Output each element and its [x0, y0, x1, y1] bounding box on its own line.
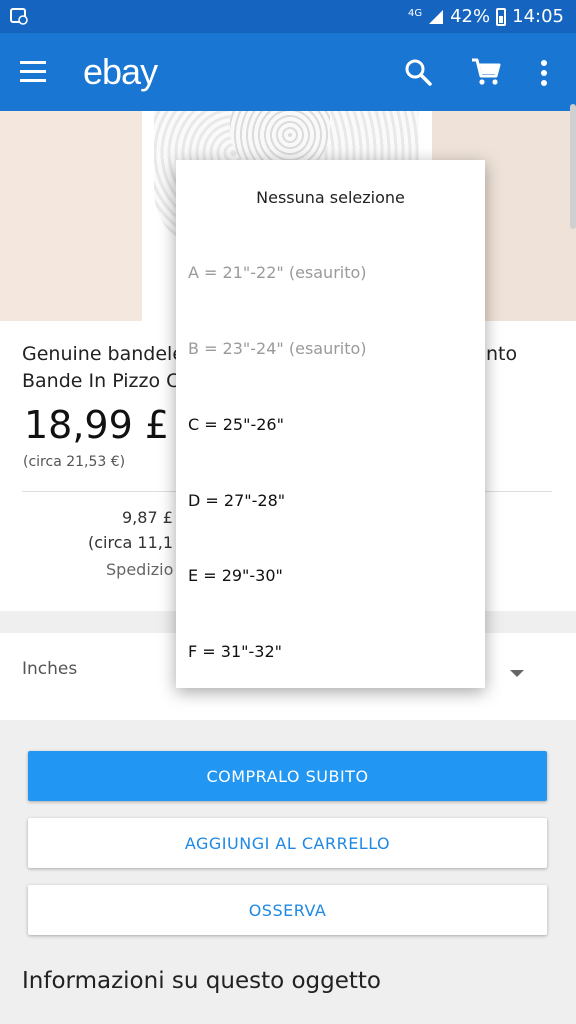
- search-icon[interactable]: [403, 57, 433, 87]
- battery-percent: 42%: [450, 6, 491, 27]
- product-title-line2: Bande In Pizzo C: [22, 370, 180, 392]
- product-title: Genuine bandele: [22, 343, 185, 365]
- dropdown-option-f[interactable]: F = 31"-32": [188, 642, 282, 661]
- shipping-conversion: (circa 11,1: [88, 533, 174, 552]
- product-title-tail: nto: [486, 343, 518, 365]
- dropdown-option-c[interactable]: C = 25"-26": [188, 415, 284, 434]
- battery-icon: [496, 7, 507, 26]
- item-info-heading: Informazioni su questo oggetto: [22, 968, 382, 994]
- status-bar: 4G 42% 14:05: [0, 0, 576, 33]
- scrollbar[interactable]: [570, 104, 576, 229]
- size-dropdown-menu: Nessuna selezione A = 21"-22" (esaurito)…: [176, 160, 485, 688]
- signal-icon: [429, 9, 444, 24]
- buy-now-button[interactable]: COMPRALO SUBITO: [28, 751, 547, 801]
- add-to-cart-button[interactable]: AGGIUNGI AL CARRELLO: [28, 818, 547, 868]
- shipping-price: 9,87 £: [122, 508, 173, 527]
- ebay-logo[interactable]: ebay: [83, 51, 158, 93]
- screen-record-icon: [10, 8, 28, 25]
- size-select-label: Inches: [22, 659, 78, 679]
- dropdown-option-b: B = 23"-24" (esaurito): [188, 339, 367, 358]
- status-indicators: 4G 42% 14:05: [408, 6, 564, 27]
- watch-button[interactable]: OSSERVA: [28, 885, 547, 935]
- price-conversion: (circa 21,53 €): [23, 454, 126, 470]
- shipping-label: Spedizio: [106, 560, 174, 579]
- dropdown-option-none[interactable]: Nessuna selezione: [176, 188, 485, 207]
- more-options-icon[interactable]: [536, 57, 552, 89]
- dropdown-option-a: A = 21"-22" (esaurito): [188, 263, 367, 282]
- app-bar: ebay: [0, 33, 576, 111]
- clock: 14:05: [512, 6, 564, 27]
- network-type: 4G: [407, 7, 423, 19]
- cart-icon[interactable]: [470, 57, 502, 87]
- menu-icon[interactable]: [20, 61, 46, 83]
- product-image-prev: [0, 111, 142, 321]
- dropdown-option-e[interactable]: E = 29"-30": [188, 566, 283, 585]
- dropdown-arrow-icon: [510, 670, 524, 677]
- dropdown-option-d[interactable]: D = 27"-28": [188, 491, 285, 510]
- product-price: 18,99 £: [24, 403, 170, 447]
